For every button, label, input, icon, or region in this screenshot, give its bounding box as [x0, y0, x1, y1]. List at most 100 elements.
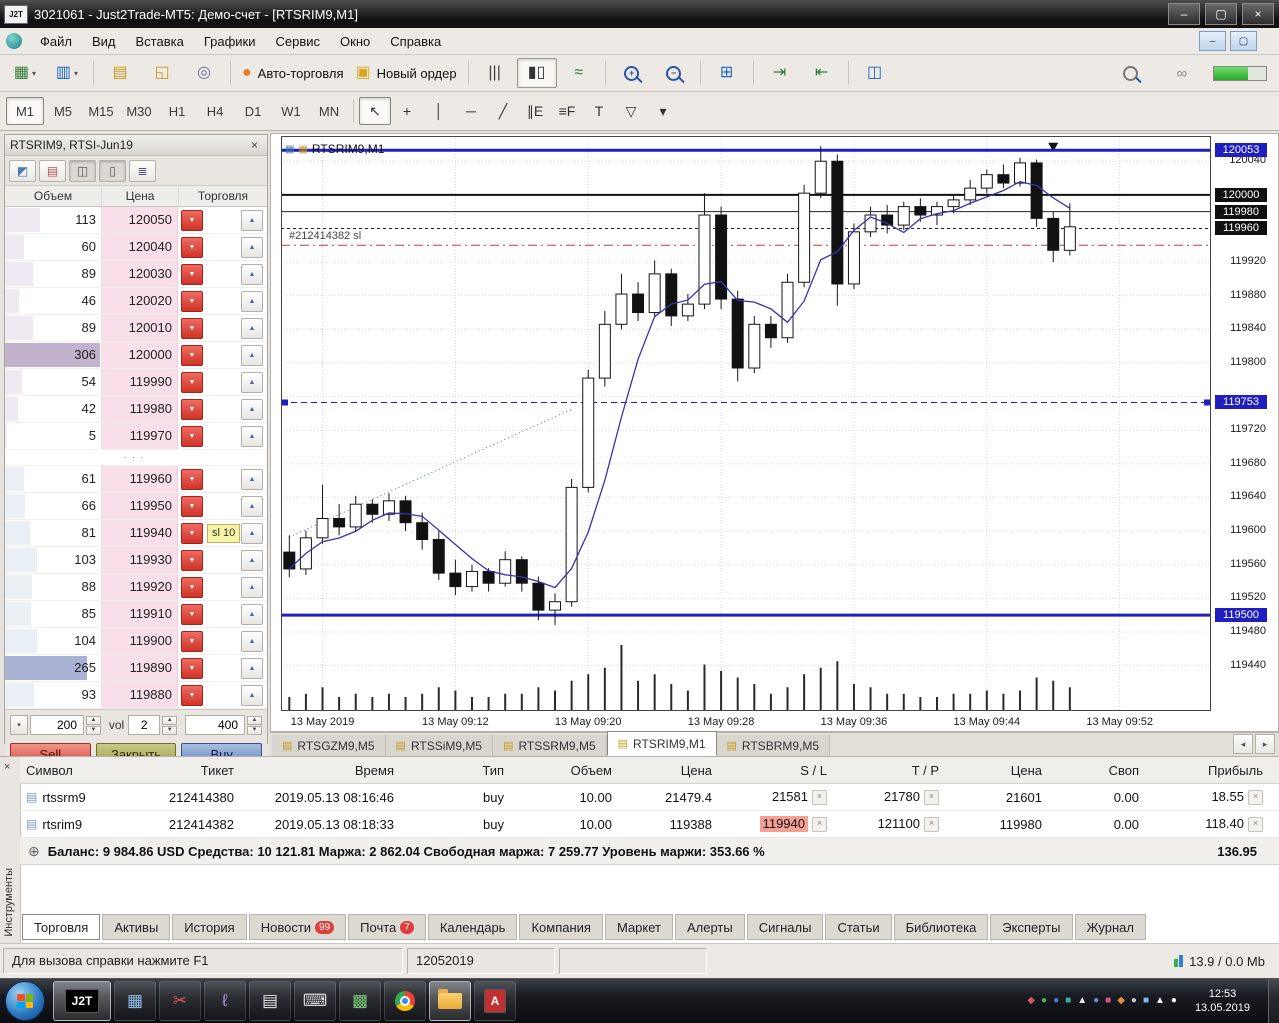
- toolbox-tab-Библиотека[interactable]: Библиотека: [893, 914, 989, 940]
- sell-at-price-button[interactable]: ▼: [181, 603, 203, 625]
- toolbox-tab-Компания[interactable]: Компания: [519, 914, 603, 940]
- position-row[interactable]: ▤ rtssrm9 212414380 2019.05.13 08:16:46 buy 1…: [20, 784, 1279, 811]
- child-minimize-button[interactable]: –: [1199, 31, 1226, 51]
- time-sales-icon[interactable]: ≣: [129, 159, 156, 182]
- buy-at-price-button[interactable]: ▲: [241, 398, 263, 420]
- menu-item-Графики[interactable]: Графики: [194, 28, 266, 54]
- equidistant-channel-tool-icon[interactable]: ∥E: [519, 97, 551, 125]
- volume-spinner[interactable]: ▲ ▼: [162, 715, 178, 735]
- toolbox-tab-Активы[interactable]: Активы: [102, 914, 171, 940]
- timeframe-M1[interactable]: M1: [6, 97, 44, 125]
- remove-tp-button[interactable]: ×: [924, 817, 939, 833]
- show-desktop-button[interactable]: [1268, 978, 1279, 1023]
- tray-icon-5[interactable]: ▲: [1077, 996, 1087, 1006]
- sell-at-price-button[interactable]: ▼: [181, 344, 203, 366]
- taskbar-pen-tool[interactable]: ℓ: [204, 981, 246, 1021]
- search-button[interactable]: [1110, 58, 1150, 88]
- vertical-line-tool-icon[interactable]: │: [423, 97, 455, 125]
- menu-item-Справка[interactable]: Справка: [380, 28, 451, 54]
- positions-column-header[interactable]: Тикет: [122, 763, 240, 778]
- zoom-in-button[interactable]: +: [612, 58, 652, 88]
- tray-icon-12[interactable]: ●: [1171, 996, 1177, 1006]
- dom-price-cell[interactable]: 120030: [102, 261, 178, 287]
- sell-at-price-button[interactable]: ▼: [181, 425, 203, 447]
- taskbar-explorer-folder[interactable]: [429, 981, 471, 1021]
- new-chart-button[interactable]: ▦ ▾: [5, 58, 45, 88]
- dom-price-cell[interactable]: 120020: [102, 288, 178, 314]
- menu-item-Файл[interactable]: Файл: [30, 28, 82, 54]
- dropdown-arrow-icon[interactable]: ▾: [32, 69, 36, 78]
- fibonacci-tool-icon[interactable]: ≡F: [551, 97, 583, 125]
- sell-at-price-button[interactable]: ▼: [181, 522, 203, 544]
- price-axis[interactable]: 120040 119920 119880 119840 119800 119720 1196…: [1213, 134, 1279, 711]
- toolbox-tab-Статьи[interactable]: Статьи: [825, 914, 892, 940]
- sell-at-price-button[interactable]: ▼: [181, 549, 203, 571]
- autotrade-button[interactable]: ● Авто-торговля: [237, 58, 349, 88]
- toolbox-tab-Алерты[interactable]: Алерты: [675, 914, 745, 940]
- tabs-scroll-right-icon[interactable]: ▸: [1255, 734, 1275, 754]
- price-step-spinner[interactable]: ▲ ▼: [86, 715, 101, 735]
- tray-icon-8[interactable]: ◆: [1117, 996, 1125, 1006]
- tile-windows-button[interactable]: ⊞: [707, 58, 747, 88]
- buy-at-price-button[interactable]: ▲: [241, 371, 263, 393]
- timeframe-M5[interactable]: M5: [44, 97, 82, 125]
- cursor-tool-icon[interactable]: ↖: [359, 97, 391, 125]
- sell-at-price-button[interactable]: ▼: [181, 468, 203, 490]
- tray-icon-2[interactable]: ●: [1041, 996, 1047, 1006]
- tray-icon-9[interactable]: ●: [1131, 996, 1137, 1006]
- docking-button[interactable]: ◫: [855, 58, 895, 88]
- qty-value[interactable]: 400: [185, 715, 245, 735]
- taskbar-chrome[interactable]: [384, 981, 426, 1021]
- orders-book-icon[interactable]: ▤: [39, 159, 66, 182]
- remove-tp-button[interactable]: ×: [924, 790, 939, 806]
- dom-price-cell[interactable]: 119940: [102, 520, 178, 546]
- dom-compact-icon[interactable]: ▯: [99, 159, 126, 182]
- sell-at-price-button[interactable]: ▼: [181, 317, 203, 339]
- minimize-button[interactable]: –: [1168, 3, 1200, 25]
- volume-value[interactable]: 2: [128, 715, 161, 735]
- price-chart[interactable]: [281, 136, 1211, 711]
- toolbox-tab-Сигналы[interactable]: Сигналы: [746, 914, 824, 940]
- new-order-button[interactable]: ▣ Новый ордер: [351, 58, 462, 88]
- sell-at-price-button[interactable]: ▼: [181, 398, 203, 420]
- toolbox-tab-Журнал[interactable]: Журнал: [1074, 914, 1146, 940]
- remove-sl-button[interactable]: ×: [812, 790, 827, 806]
- taskbar-computer[interactable]: ▦: [114, 981, 156, 1021]
- chart-tab-RTSBRM9,M5[interactable]: ▤ RTSBRM9,M5: [716, 735, 831, 756]
- price-step-value[interactable]: 200: [30, 715, 84, 735]
- tray-icon-6[interactable]: ●: [1093, 996, 1099, 1006]
- positions-column-header[interactable]: Тип: [400, 763, 510, 778]
- sell-at-price-button[interactable]: ▼: [181, 209, 203, 231]
- toolbox-tab-Маркет[interactable]: Маркет: [604, 914, 673, 940]
- tabs-scroll-left-icon[interactable]: ◂: [1233, 734, 1253, 754]
- close-position-icon[interactable]: ×: [1248, 790, 1263, 806]
- positions-column-header[interactable]: Цена: [618, 763, 718, 778]
- timeframe-M15[interactable]: M15: [82, 97, 120, 125]
- dom-price-cell[interactable]: 120050: [102, 207, 178, 233]
- taskbar-adobe-reader[interactable]: A: [474, 981, 516, 1021]
- buy-at-price-button[interactable]: ▲: [241, 344, 263, 366]
- dom-extended-icon[interactable]: ◫: [69, 159, 96, 182]
- dom-price-cell[interactable]: 120040: [102, 234, 178, 260]
- buy-at-price-button[interactable]: ▲: [241, 630, 263, 652]
- dom-price-cell[interactable]: 119920: [102, 574, 178, 600]
- profiles-button[interactable]: ▥ ▾: [47, 58, 87, 88]
- buy-at-price-button[interactable]: ▲: [241, 549, 263, 571]
- toolbox-close-icon[interactable]: ×: [4, 761, 10, 773]
- chart-tab-RTSSiM9,M5[interactable]: ▤ RTSSiM9,M5: [385, 735, 494, 756]
- buy-at-price-button[interactable]: ▲: [241, 290, 263, 312]
- sell-at-price-button[interactable]: ▼: [181, 495, 203, 517]
- restore-button[interactable]: ▢: [1205, 3, 1237, 25]
- positions-column-header[interactable]: Время: [240, 763, 400, 778]
- dom-price-cell[interactable]: 119930: [102, 547, 178, 573]
- price-step-dropdown-icon[interactable]: ▾: [10, 715, 28, 735]
- toolbox-tab-Почта[interactable]: Почта 7: [348, 914, 426, 940]
- menu-item-Сервис[interactable]: Сервис: [266, 28, 331, 54]
- sell-at-price-button[interactable]: ▼: [181, 263, 203, 285]
- chart-shift-button[interactable]: ⇤: [802, 58, 842, 88]
- sell-at-price-button[interactable]: ▼: [181, 630, 203, 652]
- buy-at-price-button[interactable]: ▲: [241, 317, 263, 339]
- tray-icon-10[interactable]: ■: [1143, 996, 1149, 1006]
- dom-price-cell[interactable]: 119900: [102, 628, 178, 654]
- sell-at-price-button[interactable]: ▼: [181, 657, 203, 679]
